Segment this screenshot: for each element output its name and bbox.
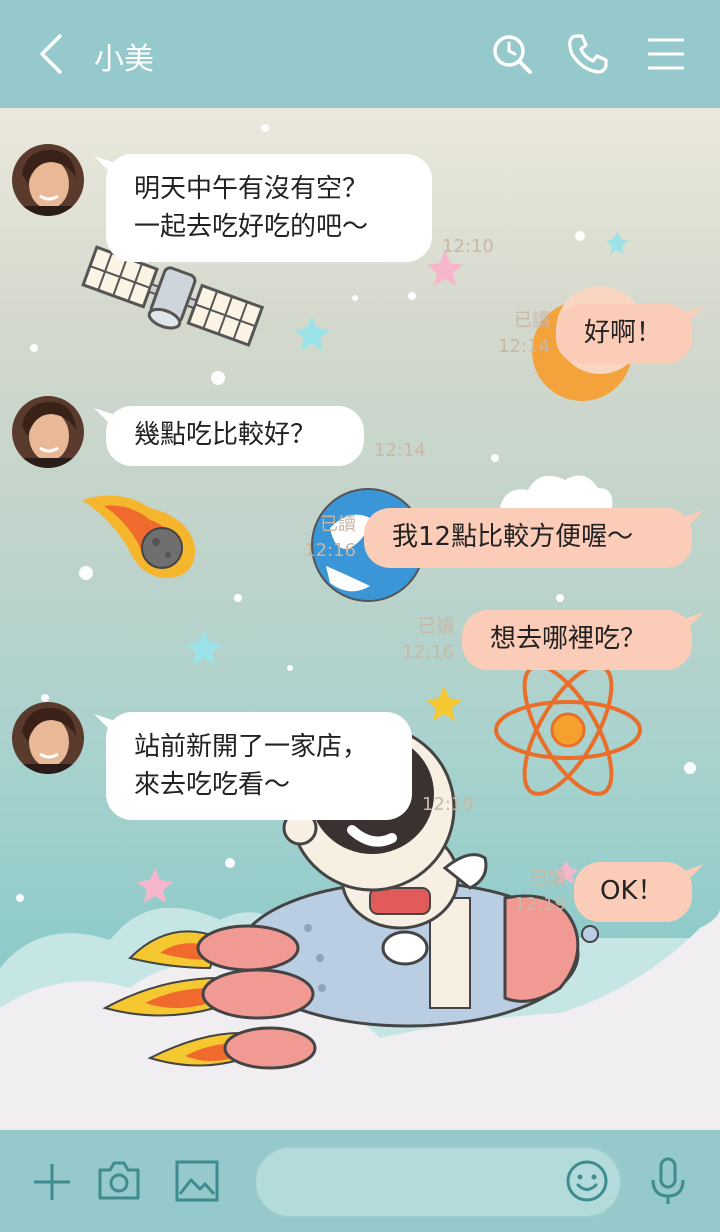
message-time-1: 12:10 <box>442 236 494 257</box>
message-bubble-7[interactable]: OK！ <box>574 862 692 922</box>
bubble-tail <box>676 864 704 882</box>
contact-avatar[interactable] <box>12 396 84 468</box>
message-time-7: 12:19 <box>514 894 566 915</box>
phone-icon[interactable] <box>566 32 610 76</box>
chat-header: 小美 <box>0 0 720 108</box>
message-bubble-2[interactable]: 好啊！ <box>556 304 692 364</box>
contact-name[interactable]: 小美 <box>94 34 154 78</box>
camera-icon[interactable] <box>96 1158 142 1204</box>
read-status-2: 已讀 <box>514 310 550 331</box>
contact-avatar[interactable] <box>12 144 84 216</box>
read-status-4: 已讀 <box>320 514 356 535</box>
contact-avatar[interactable] <box>12 702 84 774</box>
message-time-5: 12:16 <box>402 642 454 663</box>
menu-icon[interactable] <box>644 32 688 76</box>
message-bubble-3[interactable]: 幾點吃比較好？ <box>106 406 364 466</box>
message-bubble-5[interactable]: 想去哪裡吃？ <box>462 610 692 670</box>
message-bubble-4[interactable]: 我12點比較方便喔～ <box>364 508 692 568</box>
message-time-3: 12:14 <box>374 440 426 461</box>
emoji-icon[interactable] <box>564 1158 610 1204</box>
search-icon[interactable] <box>490 32 534 76</box>
plus-icon[interactable] <box>30 1160 74 1204</box>
chat-area[interactable]: 明天中午有沒有空？ 一起去吃好吃的吧～ 12:10 已讀 12:14 好啊！ 幾… <box>0 108 720 1130</box>
message-time-6: 12:19 <box>422 794 474 815</box>
chat-screen: 小美 明天中午有沒有空？ 一起去吃好吃的吧～ 12:10 已讀 12:14 好啊… <box>0 0 720 1232</box>
image-icon[interactable] <box>174 1158 220 1204</box>
bubble-tail <box>676 510 704 528</box>
read-status-7: 已讀 <box>530 868 566 889</box>
message-bubble-1[interactable]: 明天中午有沒有空？ 一起去吃好吃的吧～ <box>106 154 432 262</box>
read-status-5: 已讀 <box>418 616 454 637</box>
microphone-icon[interactable] <box>648 1156 688 1206</box>
bubble-tail <box>676 612 704 630</box>
message-bubble-6[interactable]: 站前新開了一家店， 來去吃吃看～ <box>106 712 412 820</box>
back-icon[interactable] <box>32 30 72 78</box>
bubble-tail <box>676 306 704 324</box>
message-time-4: 12:16 <box>304 540 356 561</box>
message-time-2: 12:14 <box>498 336 550 357</box>
